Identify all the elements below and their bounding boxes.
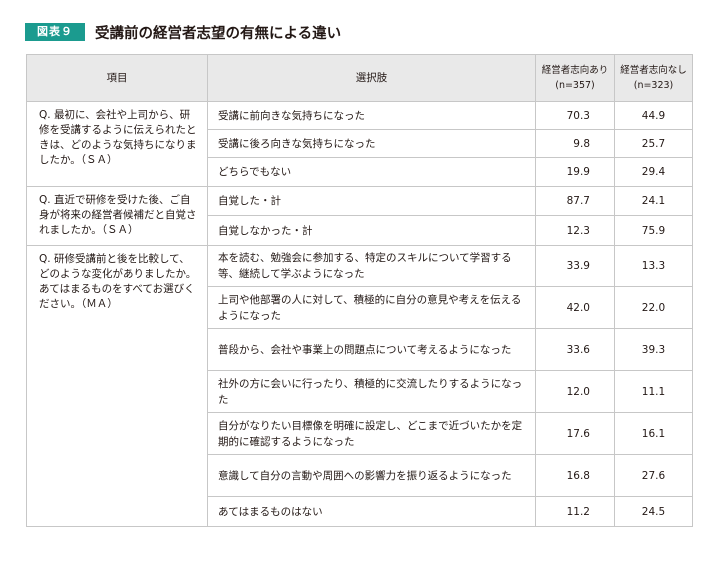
- value-with-intent: 17.6: [535, 412, 615, 455]
- option-cell: 自覚しなかった・計: [207, 215, 536, 246]
- value-without-intent: 39.3: [614, 328, 693, 371]
- value-without-intent: 22.0: [614, 286, 693, 329]
- question-cell: Q. 直近で研修を受けた後、ご自身が将来の経営者候補だと自覚されましたか。（ＳＡ…: [26, 186, 208, 246]
- survey-table: 項目 選択肢 経営者志向あり (n=357) 経営者志向なし (n=323) Q…: [26, 54, 693, 527]
- option-cell: 受講に前向きな気持ちになった: [207, 101, 536, 130]
- question-cell: Q. 研修受講前と後を比較して、どのような変化がありましたか。あてはまるものをす…: [26, 245, 208, 527]
- header-option: 選択肢: [207, 54, 536, 102]
- value-without-intent: 16.1: [614, 412, 693, 455]
- header-with-intent: 経営者志向あり (n=357): [535, 54, 615, 102]
- option-cell: 普段から、会社や事業上の問題点について考えるようになった: [207, 328, 536, 371]
- value-with-intent: 16.8: [535, 454, 615, 497]
- value-with-intent: 70.3: [535, 101, 615, 130]
- option-cell: 上司や他部署の人に対して、積極的に自分の意見や考えを伝えるようになった: [207, 286, 536, 329]
- value-without-intent: 27.6: [614, 454, 693, 497]
- table-header-row: 項目 選択肢 経営者志向あり (n=357) 経営者志向なし (n=323): [26, 54, 693, 102]
- option-cell: 意識して自分の言動や周囲への影響力を振り返るようになった: [207, 454, 536, 497]
- figure-title: 受講前の経営者志望の有無による違い: [95, 25, 342, 42]
- value-with-intent: 33.6: [535, 328, 615, 371]
- question-cell: Q. 最初に、会社や上司から、研修を受講するように伝えられたときは、どのような気…: [26, 101, 208, 187]
- option-cell: 受講に後ろ向きな気持ちになった: [207, 129, 536, 158]
- value-without-intent: 29.4: [614, 157, 693, 187]
- header-without-intent-label: 経営者志向なし: [620, 65, 687, 76]
- value-with-intent: 12.3: [535, 215, 615, 246]
- option-cell: どちらでもない: [207, 157, 536, 187]
- table-row: Q. 最初に、会社や上司から、研修を受講するように伝えられたときは、どのような気…: [26, 101, 693, 187]
- header-with-intent-n: (n=357): [555, 80, 595, 91]
- figure-number-badge: 図表９: [25, 23, 85, 41]
- value-with-intent: 19.9: [535, 157, 615, 187]
- table-row: Q. 直近で研修を受けた後、ご自身が将来の経営者候補だと自覚されましたか。（ＳＡ…: [26, 186, 693, 246]
- value-without-intent: 75.9: [614, 215, 693, 246]
- value-with-intent: 42.0: [535, 286, 615, 329]
- value-without-intent: 13.3: [614, 245, 693, 287]
- header-with-intent-label: 経営者志向あり: [541, 65, 609, 76]
- table-row: Q. 研修受講前と後を比較して、どのような変化がありましたか。あてはまるものをす…: [26, 245, 693, 527]
- value-with-intent: 87.7: [535, 186, 615, 216]
- header-without-intent-n: (n=323): [633, 80, 674, 91]
- value-with-intent: 11.2: [535, 496, 615, 527]
- value-with-intent: 33.9: [535, 245, 615, 287]
- value-without-intent: 25.7: [614, 129, 693, 158]
- option-cell: 自覚した・計: [207, 186, 536, 216]
- value-with-intent: 9.8: [535, 129, 615, 158]
- option-cell: 自分がなりたい目標像を明確に設定し、どこまで近づいたかを定期的に確認するようにな…: [207, 412, 536, 455]
- option-cell: 本を読む、勉強会に参加する、特定のスキルについて学習する等、継続して学ぶようにな…: [207, 245, 536, 287]
- value-without-intent: 24.5: [614, 496, 693, 527]
- figure-header: 図表９ 受講前の経営者志望の有無による違い: [25, 22, 341, 42]
- header-item: 項目: [26, 54, 208, 102]
- value-without-intent: 24.1: [614, 186, 693, 216]
- option-cell: 社外の方に会いに行ったり、積極的に交流したりするようになった: [207, 370, 536, 413]
- header-without-intent: 経営者志向なし (n=323): [614, 54, 693, 102]
- value-with-intent: 12.0: [535, 370, 615, 413]
- option-cell: あてはまるものはない: [207, 496, 536, 527]
- value-without-intent: 44.9: [614, 101, 693, 130]
- value-without-intent: 11.1: [614, 370, 693, 413]
